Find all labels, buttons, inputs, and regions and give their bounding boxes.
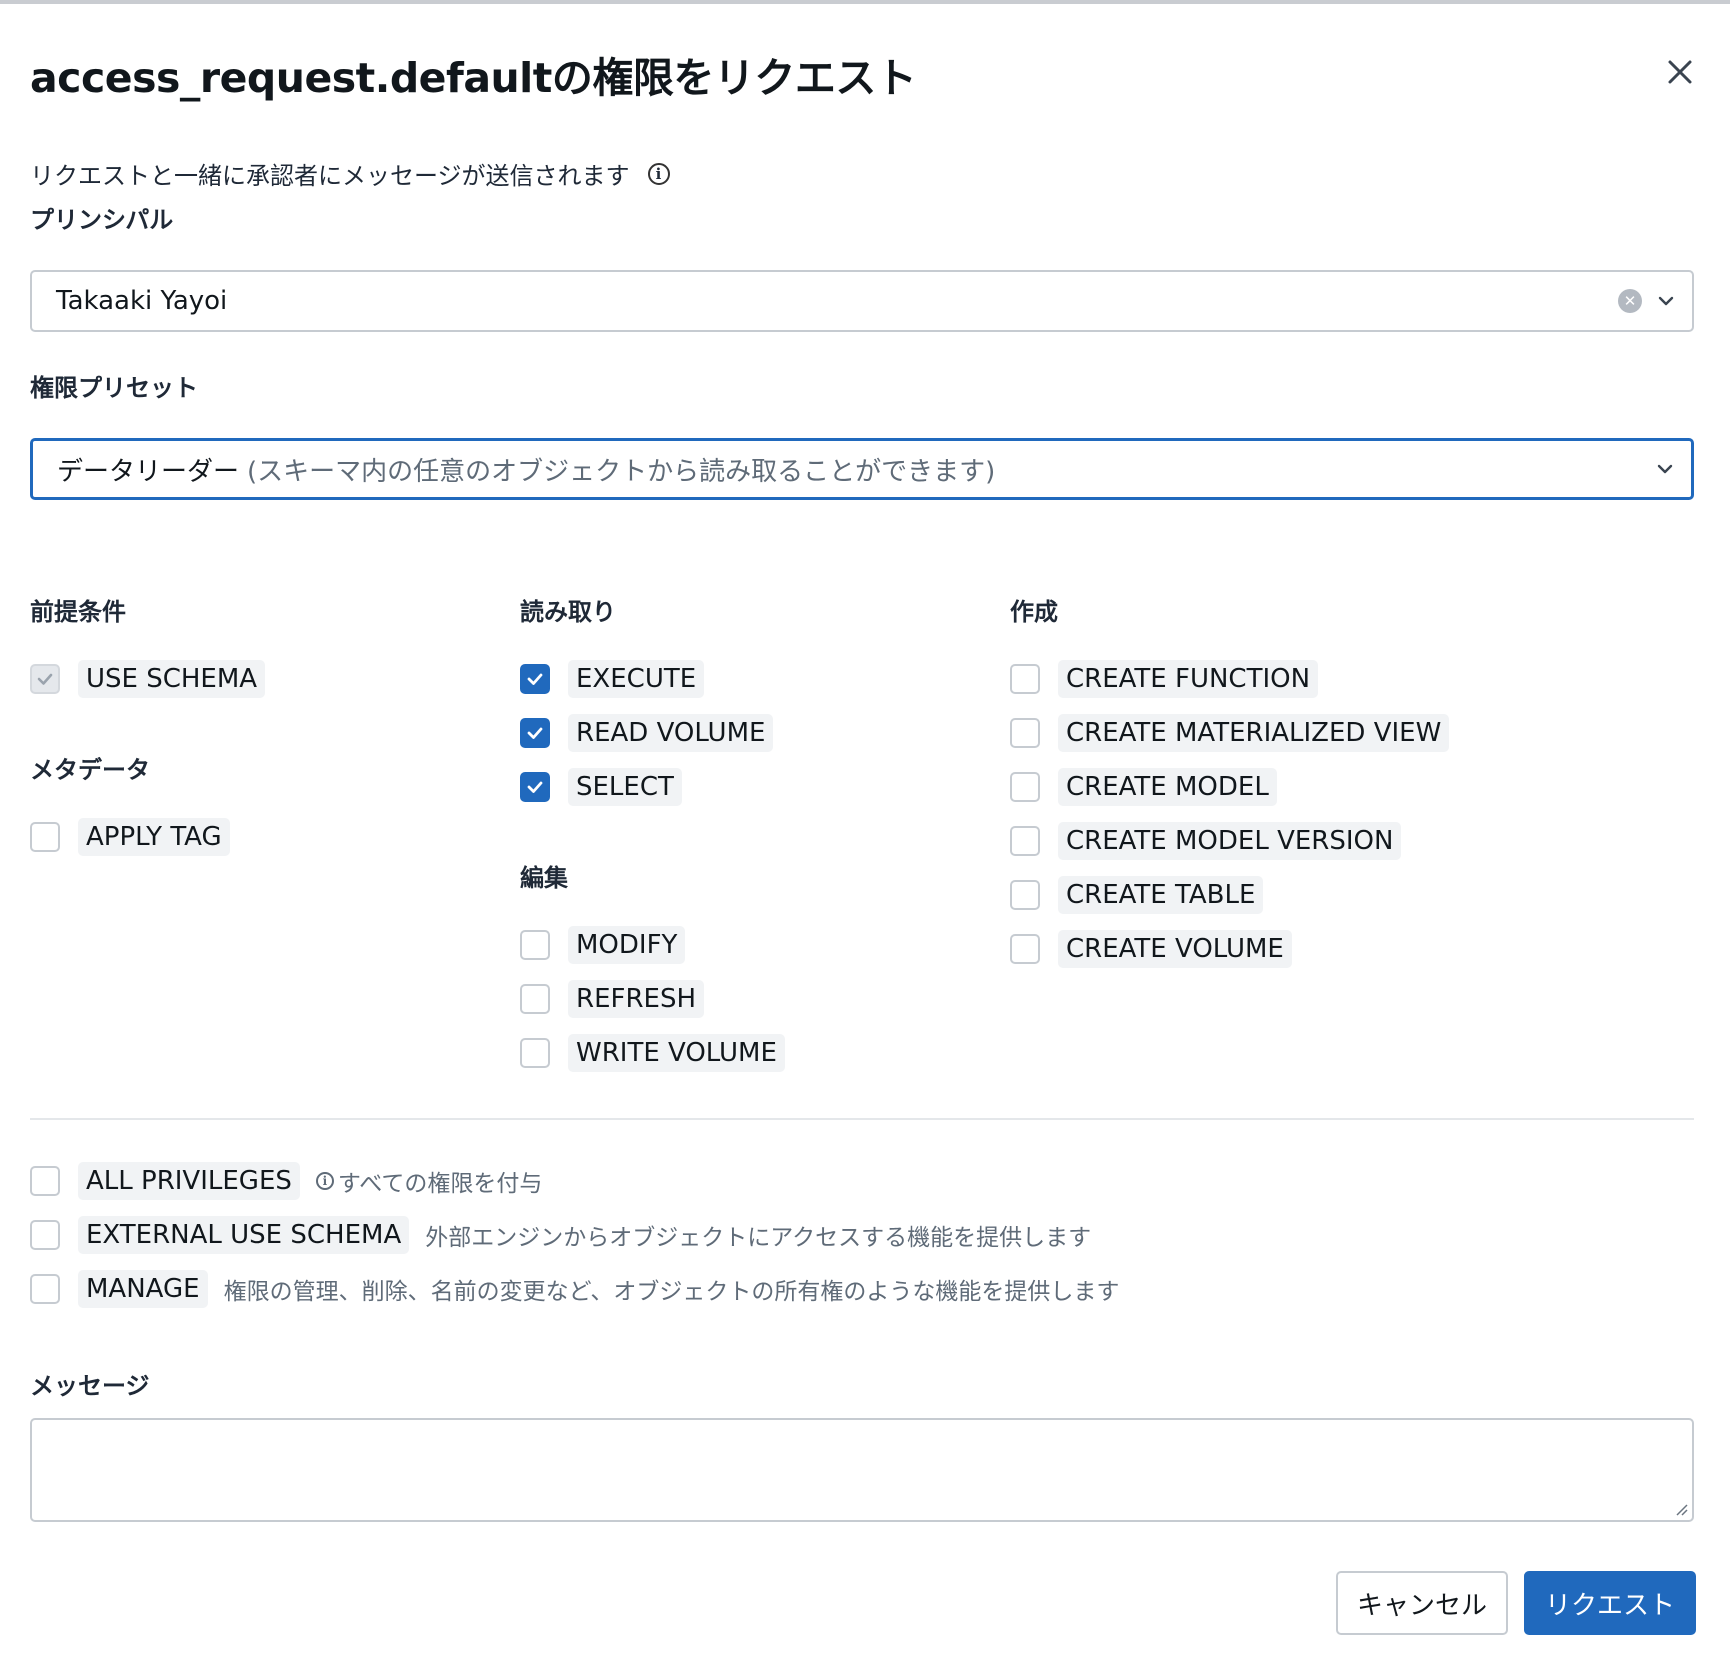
privilege-row-external-use-schema: EXTERNAL USE SCHEMA 外部エンジンからオブジェクトにアクセスす… bbox=[30, 1208, 1119, 1262]
message-textarea[interactable] bbox=[30, 1418, 1694, 1522]
checkbox-all-privileges[interactable] bbox=[30, 1166, 60, 1196]
group-metadata: メタデータ APPLY TAG bbox=[30, 750, 230, 864]
checkbox-create-table[interactable] bbox=[1010, 880, 1040, 910]
group-title-metadata: メタデータ bbox=[30, 756, 150, 784]
privilege-row-create-model: CREATE MODEL bbox=[1010, 760, 1449, 814]
privilege-row-execute: EXECUTE bbox=[520, 652, 773, 706]
preset-value: データリーダー bbox=[57, 456, 240, 487]
group-title-prereq: 前提条件 bbox=[30, 598, 126, 626]
approver-note: リクエストと一緒に承認者にメッセージが送信されます i bbox=[30, 156, 670, 191]
privilege-row-modify: MODIFY bbox=[520, 918, 785, 972]
privilege-description: i すべての権限を付与 bbox=[315, 1164, 543, 1198]
principal-select[interactable]: Takaaki Yayoi ✕ bbox=[30, 270, 1694, 332]
preset-description: (スキーマ内の任意のオブジェクトから読み取ることができます) bbox=[247, 456, 996, 487]
preset-label: 権限プリセット bbox=[30, 374, 198, 402]
request-permissions-dialog: access_request.defaultの権限をリクエスト リクエストと一緒… bbox=[0, 4, 1730, 1670]
checkbox-execute[interactable] bbox=[520, 664, 550, 694]
privilege-label: MANAGE bbox=[78, 1270, 208, 1308]
privilege-row-apply-tag: APPLY TAG bbox=[30, 810, 230, 864]
privilege-row-all-privileges: ALL PRIVILEGES i すべての権限を付与 bbox=[30, 1154, 1119, 1208]
privilege-label: CREATE MODEL VERSION bbox=[1058, 822, 1402, 860]
privilege-row-create-table: CREATE TABLE bbox=[1010, 868, 1449, 922]
privilege-label: SELECT bbox=[568, 768, 682, 806]
privilege-row-use-schema: USE SCHEMA bbox=[30, 652, 266, 706]
checkbox-read-volume[interactable] bbox=[520, 718, 550, 748]
privilege-description: 権限の管理、削除、名前の変更など、オブジェクトの所有権のような機能を提供します bbox=[223, 1279, 1120, 1305]
chevron-down-icon bbox=[1657, 464, 1673, 474]
privilege-row-refresh: REFRESH bbox=[520, 972, 785, 1026]
privilege-label: CREATE VOLUME bbox=[1058, 930, 1292, 968]
privilege-row-create-model-version: CREATE MODEL VERSION bbox=[1010, 814, 1449, 868]
special-privileges: ALL PRIVILEGES i すべての権限を付与 EXTERNAL USE … bbox=[30, 1154, 1119, 1316]
privilege-label: ALL PRIVILEGES bbox=[78, 1162, 300, 1200]
privilege-label: APPLY TAG bbox=[78, 818, 230, 856]
group-read: 読み取り EXECUTE READ VOLUME SELECT bbox=[520, 592, 774, 814]
checkbox-create-volume[interactable] bbox=[1010, 934, 1040, 964]
request-button[interactable]: リクエスト bbox=[1524, 1571, 1696, 1635]
principal-value: Takaaki Yayoi bbox=[56, 286, 228, 316]
privilege-label: USE SCHEMA bbox=[78, 660, 266, 698]
checkbox-use-schema bbox=[30, 664, 60, 694]
privilege-label: REFRESH bbox=[568, 980, 704, 1018]
checkbox-create-materialized-view[interactable] bbox=[1010, 718, 1040, 748]
privilege-label: READ VOLUME bbox=[568, 714, 774, 752]
section-divider bbox=[30, 1118, 1694, 1120]
privilege-label: CREATE MODEL bbox=[1058, 768, 1277, 806]
group-title-create: 作成 bbox=[1010, 598, 1058, 626]
privilege-row-create-materialized-view: CREATE MATERIALIZED VIEW bbox=[1010, 706, 1450, 760]
close-icon[interactable] bbox=[1660, 52, 1700, 92]
group-prereq: 前提条件 USE SCHEMA bbox=[30, 592, 266, 706]
privilege-row-read-volume: READ VOLUME bbox=[520, 706, 774, 760]
checkbox-create-model[interactable] bbox=[1010, 772, 1040, 802]
checkbox-modify[interactable] bbox=[520, 930, 550, 960]
checkbox-create-model-version[interactable] bbox=[1010, 826, 1040, 856]
privilege-label: CREATE MATERIALIZED VIEW bbox=[1058, 714, 1450, 752]
clear-icon[interactable]: ✕ bbox=[1618, 289, 1642, 313]
checkbox-select[interactable] bbox=[520, 772, 550, 802]
privilege-row-manage: MANAGE 権限の管理、削除、名前の変更など、オブジェクトの所有権のような機能… bbox=[30, 1262, 1119, 1316]
dialog-title: access_request.defaultの権限をリクエスト bbox=[30, 54, 917, 102]
group-create: 作成 CREATE FUNCTION CREATE MATERIALIZED V… bbox=[1010, 592, 1450, 976]
group-edit: 編集 MODIFY REFRESH WRITE VOLUME bbox=[520, 858, 785, 1080]
privilege-row-create-function: CREATE FUNCTION bbox=[1010, 652, 1449, 706]
principal-label: プリンシパル bbox=[30, 206, 174, 234]
message-label: メッセージ bbox=[30, 1372, 150, 1400]
privilege-row-create-volume: CREATE VOLUME bbox=[1010, 922, 1449, 976]
checkbox-create-function[interactable] bbox=[1010, 664, 1040, 694]
checkbox-write-volume[interactable] bbox=[520, 1038, 550, 1068]
checkbox-apply-tag[interactable] bbox=[30, 822, 60, 852]
cancel-button[interactable]: キャンセル bbox=[1336, 1571, 1508, 1635]
group-title-read: 読み取り bbox=[520, 598, 616, 626]
checkbox-manage[interactable] bbox=[30, 1274, 60, 1304]
privilege-label: MODIFY bbox=[568, 926, 686, 964]
group-title-edit: 編集 bbox=[520, 864, 568, 892]
privilege-row-select: SELECT bbox=[520, 760, 773, 814]
privilege-label: CREATE TABLE bbox=[1058, 876, 1264, 914]
resize-handle-icon[interactable] bbox=[1674, 1502, 1688, 1516]
privilege-description: 外部エンジンからオブジェクトにアクセスする機能を提供します bbox=[425, 1225, 1092, 1251]
privilege-label: WRITE VOLUME bbox=[568, 1034, 785, 1072]
checkbox-external-use-schema[interactable] bbox=[30, 1220, 60, 1250]
privilege-label: EXTERNAL USE SCHEMA bbox=[78, 1216, 410, 1254]
approver-note-text: リクエストと一緒に承認者にメッセージが送信されます bbox=[30, 162, 630, 190]
chevron-down-icon bbox=[1658, 296, 1674, 306]
privilege-description-text: すべての権限を付与 bbox=[337, 1171, 543, 1197]
info-icon: i bbox=[315, 1172, 334, 1190]
privilege-label: EXECUTE bbox=[568, 660, 705, 698]
preset-select[interactable]: データリーダー (スキーマ内の任意のオブジェクトから読み取ることができます) bbox=[30, 438, 1694, 500]
checkbox-refresh[interactable] bbox=[520, 984, 550, 1014]
privilege-row-write-volume: WRITE VOLUME bbox=[520, 1026, 785, 1080]
info-icon[interactable]: i bbox=[647, 162, 670, 185]
privilege-label: CREATE FUNCTION bbox=[1058, 660, 1319, 698]
